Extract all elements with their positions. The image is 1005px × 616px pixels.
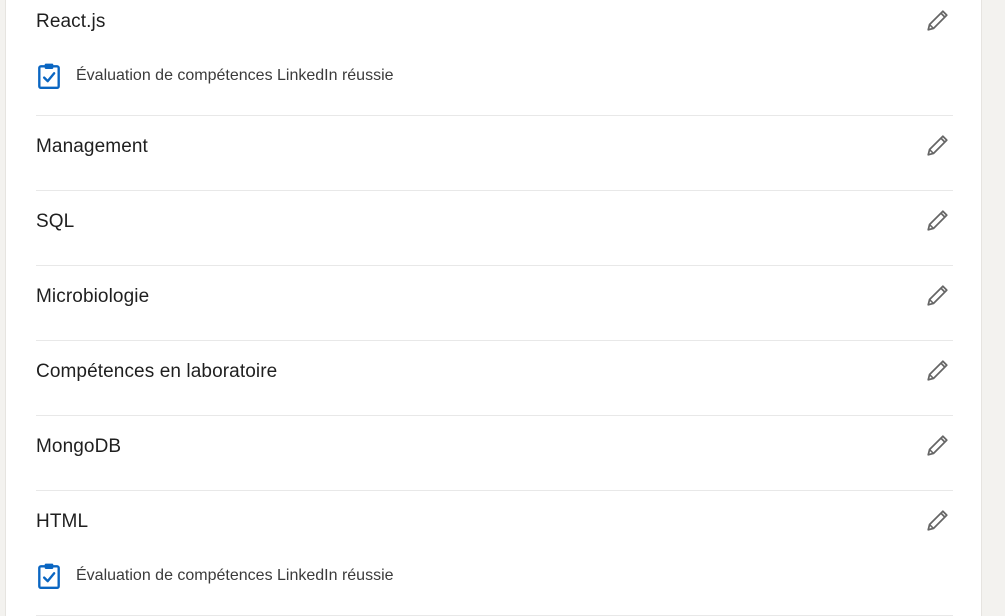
- assessment-text: Évaluation de compétences LinkedIn réuss…: [76, 567, 394, 584]
- skill-name: Management: [36, 136, 148, 157]
- pencil-icon: [927, 135, 948, 156]
- skill-name: Compétences en laboratoire: [36, 361, 278, 382]
- skill-name: Microbiologie: [36, 286, 150, 307]
- skill-row-sql: SQL: [36, 191, 953, 266]
- clipboard-check-icon: [38, 563, 60, 590]
- skill-row-management: Management: [36, 116, 953, 191]
- clipboard-check-icon: [38, 63, 60, 90]
- skills-list: React.js Évaluation de compétences Linke…: [36, 0, 953, 616]
- skill-name: React.js: [36, 11, 106, 32]
- skill-name: SQL: [36, 211, 75, 232]
- assessment-text: Évaluation de compétences LinkedIn réuss…: [76, 67, 394, 84]
- edit-skill-button[interactable]: [923, 205, 953, 235]
- pencil-icon: [927, 435, 948, 456]
- skill-row-react: React.js Évaluation de compétences Linke…: [36, 0, 953, 116]
- edit-skill-button[interactable]: [923, 280, 953, 310]
- pencil-icon: [927, 285, 948, 306]
- edit-skill-button[interactable]: [923, 130, 953, 160]
- edit-skill-button[interactable]: [923, 430, 953, 460]
- skill-row-html: HTML Évaluation de compétences LinkedIn …: [36, 491, 953, 616]
- edit-skill-button[interactable]: [923, 505, 953, 535]
- skill-name: MongoDB: [36, 436, 122, 457]
- skill-name: HTML: [36, 511, 89, 532]
- skill-row-competences-laboratoire: Compétences en laboratoire: [36, 341, 953, 416]
- pencil-icon: [927, 510, 948, 531]
- pencil-icon: [927, 10, 948, 31]
- skill-assessment: Évaluation de compétences LinkedIn réuss…: [36, 62, 394, 90]
- skill-assessment: Évaluation de compétences LinkedIn réuss…: [36, 562, 394, 590]
- skills-card: React.js Évaluation de compétences Linke…: [5, 0, 982, 616]
- skill-row-microbiologie: Microbiologie: [36, 266, 953, 341]
- edit-skill-button[interactable]: [923, 5, 953, 35]
- pencil-icon: [927, 210, 948, 231]
- pencil-icon: [927, 360, 948, 381]
- skill-row-mongodb: MongoDB: [36, 416, 953, 491]
- edit-skill-button[interactable]: [923, 355, 953, 385]
